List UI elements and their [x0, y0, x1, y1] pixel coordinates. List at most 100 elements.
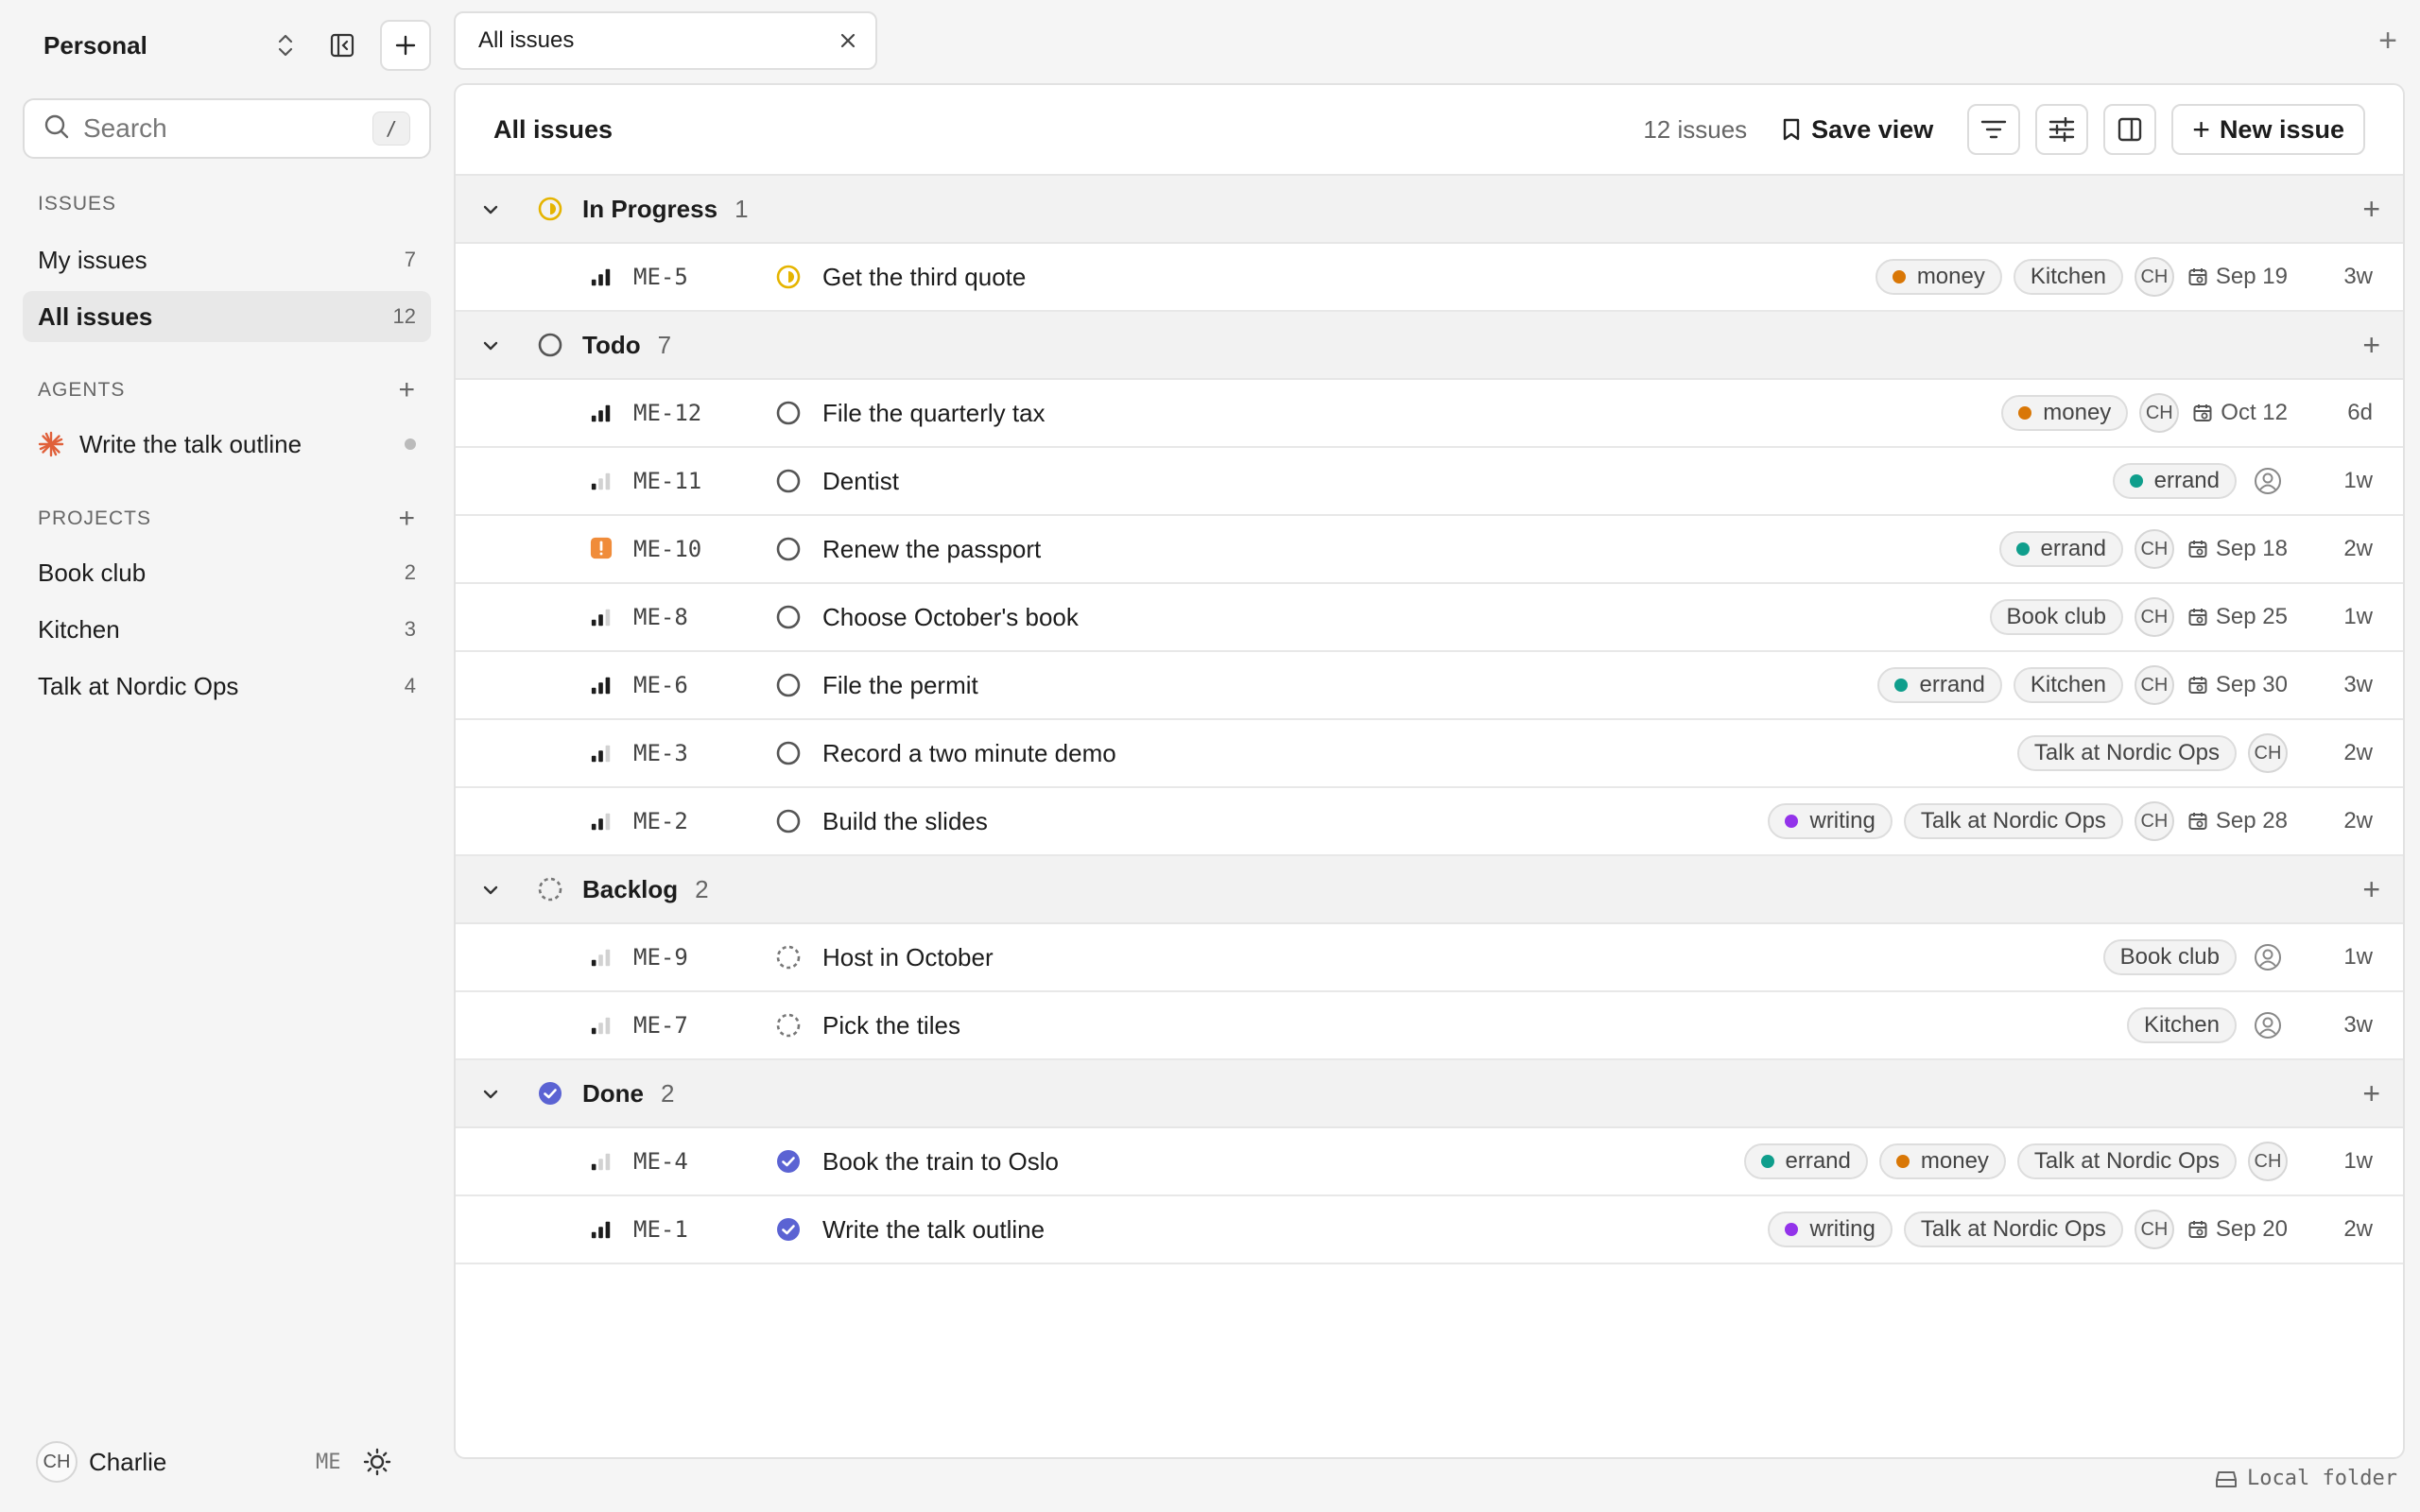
unassigned-avatar-icon[interactable]: [2254, 467, 2282, 495]
add-issue-to-group-icon[interactable]: +: [2362, 872, 2380, 907]
issue-row[interactable]: ME-5 Get the third quote money Kitchen CH S…: [456, 244, 2403, 312]
toggle-side-panel-button[interactable]: [2103, 104, 2157, 155]
add-tab-icon[interactable]: +: [2378, 23, 2397, 60]
status-todo-icon[interactable]: [775, 604, 802, 630]
theme-toggle-sun-icon[interactable]: [363, 1448, 391, 1476]
issue-row[interactable]: ME-10 Renew the passport errand CH Sep 18 …: [456, 516, 2403, 584]
group-header-in-progress[interactable]: In Progress 1 +: [456, 176, 2403, 244]
project-chip[interactable]: Talk at Nordic Ops: [1903, 1211, 2123, 1247]
label-chip[interactable]: errand: [1998, 531, 2123, 567]
display-options-button[interactable]: [2035, 104, 2089, 155]
unassigned-avatar-icon[interactable]: [2254, 1011, 2282, 1040]
save-view-button[interactable]: Save view: [1781, 115, 1933, 145]
issue-row[interactable]: ME-1 Write the talk outline writing Talk …: [456, 1196, 2403, 1264]
group-header-todo[interactable]: Todo 7 +: [456, 312, 2403, 380]
new-item-button[interactable]: [380, 20, 431, 71]
workspace-switcher-icon[interactable]: [267, 26, 304, 64]
status-todo-icon[interactable]: [775, 536, 802, 562]
add-agent-icon[interactable]: +: [398, 374, 416, 406]
issue-row[interactable]: ME-11 Dentist errand 1w: [456, 448, 2403, 516]
label-chip[interactable]: writing: [1768, 803, 1893, 839]
add-issue-to-group-icon[interactable]: +: [2362, 192, 2380, 227]
project-chip[interactable]: Talk at Nordic Ops: [2016, 1143, 2237, 1179]
status-todo-icon[interactable]: [775, 468, 802, 494]
chevron-down-icon[interactable]: [482, 197, 509, 221]
due-date[interactable]: Sep 19: [2187, 264, 2288, 290]
project-chip[interactable]: Kitchen: [2013, 259, 2123, 295]
filter-button[interactable]: [1967, 104, 2021, 155]
project-chip[interactable]: Talk at Nordic Ops: [2016, 735, 2237, 771]
project-chip[interactable]: Talk at Nordic Ops: [1903, 803, 2123, 839]
issue-row[interactable]: ME-4 Book the train to Oslo errand money T…: [456, 1128, 2403, 1196]
due-date[interactable]: Sep 28: [2187, 808, 2288, 834]
project-chip[interactable]: Kitchen: [2126, 1007, 2237, 1043]
new-issue-button[interactable]: + New issue: [2171, 104, 2365, 155]
assignee-avatar[interactable]: CH: [2134, 801, 2174, 841]
search-box[interactable]: Search /: [23, 98, 431, 159]
status-done-icon[interactable]: [775, 1216, 802, 1243]
label-chip[interactable]: errand: [1743, 1143, 1868, 1179]
user-name[interactable]: Charlie: [89, 1448, 297, 1477]
status-backlog-icon[interactable]: [775, 1012, 802, 1039]
assignee-avatar[interactable]: CH: [2134, 597, 2174, 637]
assignee-avatar[interactable]: CH: [2134, 665, 2174, 705]
issue-row[interactable]: ME-8 Choose October's book Book club CH Se…: [456, 584, 2403, 652]
priority-low-icon[interactable]: [590, 946, 613, 969]
status-todo-icon[interactable]: [775, 400, 802, 426]
assignee-avatar[interactable]: CH: [2134, 257, 2174, 297]
priority-urgent-icon[interactable]: [590, 537, 613, 560]
tab-all-issues[interactable]: All issues: [454, 11, 877, 70]
user-avatar[interactable]: CH: [36, 1441, 78, 1483]
assignee-avatar[interactable]: CH: [2248, 1142, 2288, 1181]
project-chip[interactable]: Book club: [1989, 599, 2123, 635]
label-chip[interactable]: errand: [2112, 463, 2237, 499]
assignee-avatar[interactable]: CH: [2134, 1210, 2174, 1249]
issue-row[interactable]: ME-2 Build the slides writing Talk at Nor…: [456, 788, 2403, 856]
sidebar-item-talk-at-nordic-ops[interactable]: Talk at Nordic Ops 4: [23, 661, 431, 712]
priority-low-icon[interactable]: [590, 1150, 613, 1173]
status-todo-icon[interactable]: [775, 808, 802, 834]
due-date[interactable]: Sep 25: [2187, 604, 2288, 630]
label-chip[interactable]: money: [1875, 259, 2002, 295]
close-tab-icon[interactable]: [839, 26, 856, 56]
priority-high-icon[interactable]: [590, 266, 613, 288]
priority-high-icon[interactable]: [590, 402, 613, 424]
status-todo-icon[interactable]: [775, 672, 802, 698]
sidebar-item-book-club[interactable]: Book club 2: [23, 547, 431, 598]
issue-row[interactable]: ME-6 File the permit errand Kitchen CH Sep …: [456, 652, 2403, 720]
issue-row[interactable]: ME-7 Pick the tiles Kitchen 3w: [456, 992, 2403, 1060]
priority-medium-icon[interactable]: [590, 606, 613, 628]
chevron-down-icon[interactable]: [482, 333, 509, 357]
chevron-down-icon[interactable]: [482, 1081, 509, 1106]
issue-row[interactable]: ME-9 Host in October Book club 1w: [456, 924, 2403, 992]
due-date[interactable]: Sep 20: [2187, 1216, 2288, 1243]
priority-medium-icon[interactable]: [590, 742, 613, 765]
collapse-sidebar-icon[interactable]: [320, 23, 365, 68]
workspace-name[interactable]: Personal: [43, 31, 267, 60]
issue-row[interactable]: ME-3 Record a two minute demo Talk at No…: [456, 720, 2403, 788]
priority-high-icon[interactable]: [590, 1218, 613, 1241]
sidebar-item-my-issues[interactable]: My issues 7: [23, 234, 431, 285]
sidebar-item-kitchen[interactable]: Kitchen 3: [23, 604, 431, 655]
due-date[interactable]: Sep 30: [2187, 672, 2288, 698]
assignee-avatar[interactable]: CH: [2139, 393, 2180, 433]
label-chip[interactable]: writing: [1768, 1211, 1893, 1247]
status-backlog-icon[interactable]: [775, 944, 802, 971]
priority-medium-icon[interactable]: [590, 810, 613, 833]
assignee-avatar[interactable]: CH: [2134, 529, 2174, 569]
project-chip[interactable]: Book club: [2102, 939, 2237, 975]
due-date[interactable]: Oct 12: [2192, 400, 2288, 426]
sidebar-item-agent[interactable]: Write the talk outline: [23, 419, 431, 470]
due-date[interactable]: Sep 18: [2187, 536, 2288, 562]
label-chip[interactable]: money: [2001, 395, 2129, 431]
unassigned-avatar-icon[interactable]: [2254, 943, 2282, 971]
status-in-progress-icon[interactable]: [775, 264, 802, 290]
priority-low-icon[interactable]: [590, 470, 613, 492]
label-chip[interactable]: money: [1878, 1143, 2006, 1179]
priority-low-icon[interactable]: [590, 1014, 613, 1037]
issue-row[interactable]: ME-12 File the quarterly tax money CH Oct …: [456, 380, 2403, 448]
add-project-icon[interactable]: +: [398, 503, 416, 535]
chevron-down-icon[interactable]: [482, 877, 509, 902]
status-todo-icon[interactable]: [775, 740, 802, 766]
group-header-backlog[interactable]: Backlog 2 +: [456, 856, 2403, 924]
